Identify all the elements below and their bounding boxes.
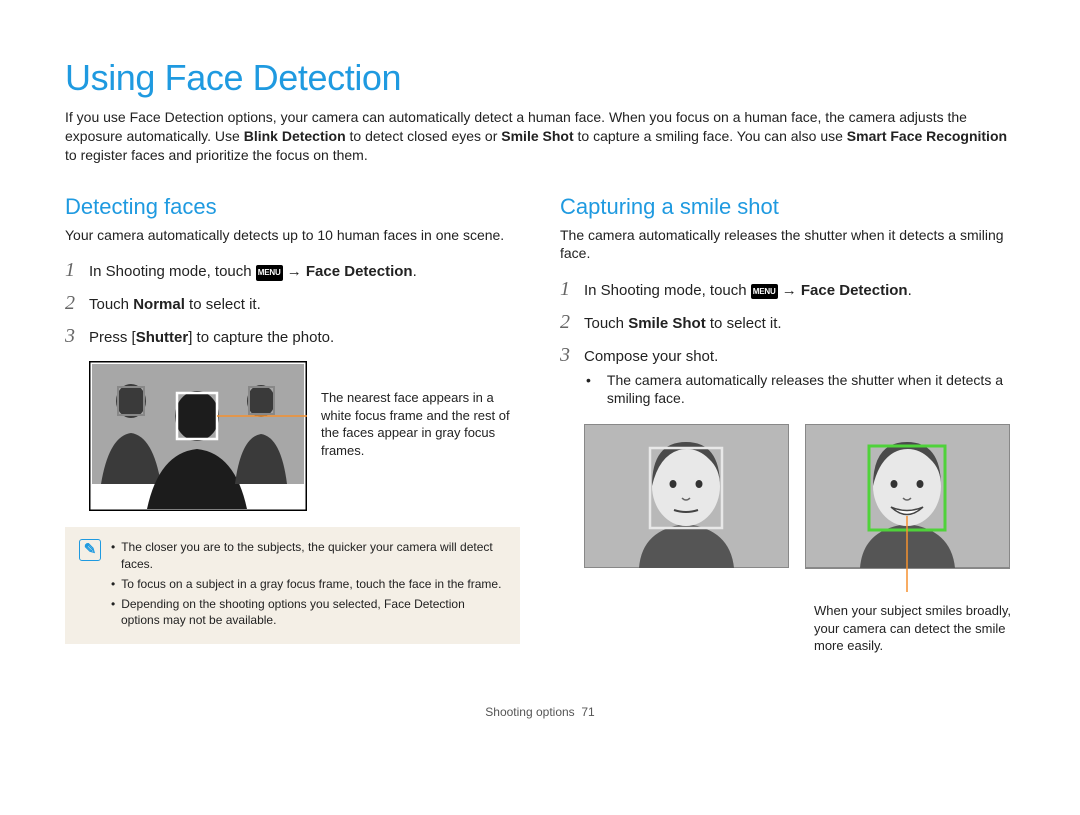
note-item: Depending on the shooting options you se… (111, 596, 506, 628)
menu-icon: MENU (751, 284, 778, 299)
face-detection-figure (89, 361, 307, 511)
figure-caption: The nearest face appears in a white focu… (321, 361, 520, 459)
detecting-faces-section: Detecting faces Your camera automaticall… (65, 193, 520, 655)
smile-shot-lead: The camera automatically releases the sh… (560, 226, 1015, 262)
step-1: 1 In Shooting mode, touch MENU → Face De… (560, 277, 1015, 302)
smile-after-figure (805, 424, 1010, 592)
step-2: 2 Touch Normal to select it. (65, 291, 520, 316)
detecting-faces-lead: Your camera automatically detects up to … (65, 226, 520, 244)
page-footer: Shooting options 71 (65, 705, 1015, 720)
note-item: The closer you are to the subjects, the … (111, 539, 506, 571)
intro-paragraph: If you use Face Detection options, your … (65, 108, 1015, 165)
smile-before-figure (584, 424, 789, 568)
step-3: 3 Compose your shot. The camera automati… (560, 343, 1015, 411)
step-3: 3 Press [Shutter] to capture the photo. (65, 324, 520, 349)
detecting-faces-heading: Detecting faces (65, 193, 520, 221)
note-box: ✎ The closer you are to the subjects, th… (65, 527, 520, 644)
smile-caption: When your subject smiles broadly, your c… (560, 602, 1015, 655)
smile-shot-section: Capturing a smile shot The camera automa… (560, 193, 1015, 655)
page-title: Using Face Detection (65, 55, 1015, 100)
menu-icon: MENU (256, 265, 283, 280)
note-icon: ✎ (79, 539, 101, 561)
step-3-bullet: The camera automatically releases the sh… (598, 371, 1015, 409)
step-1: 1 In Shooting mode, touch MENU → Face De… (65, 258, 520, 283)
note-item: To focus on a subject in a gray focus fr… (111, 576, 506, 592)
smile-shot-heading: Capturing a smile shot (560, 193, 1015, 221)
step-2: 2 Touch Smile Shot to select it. (560, 310, 1015, 335)
